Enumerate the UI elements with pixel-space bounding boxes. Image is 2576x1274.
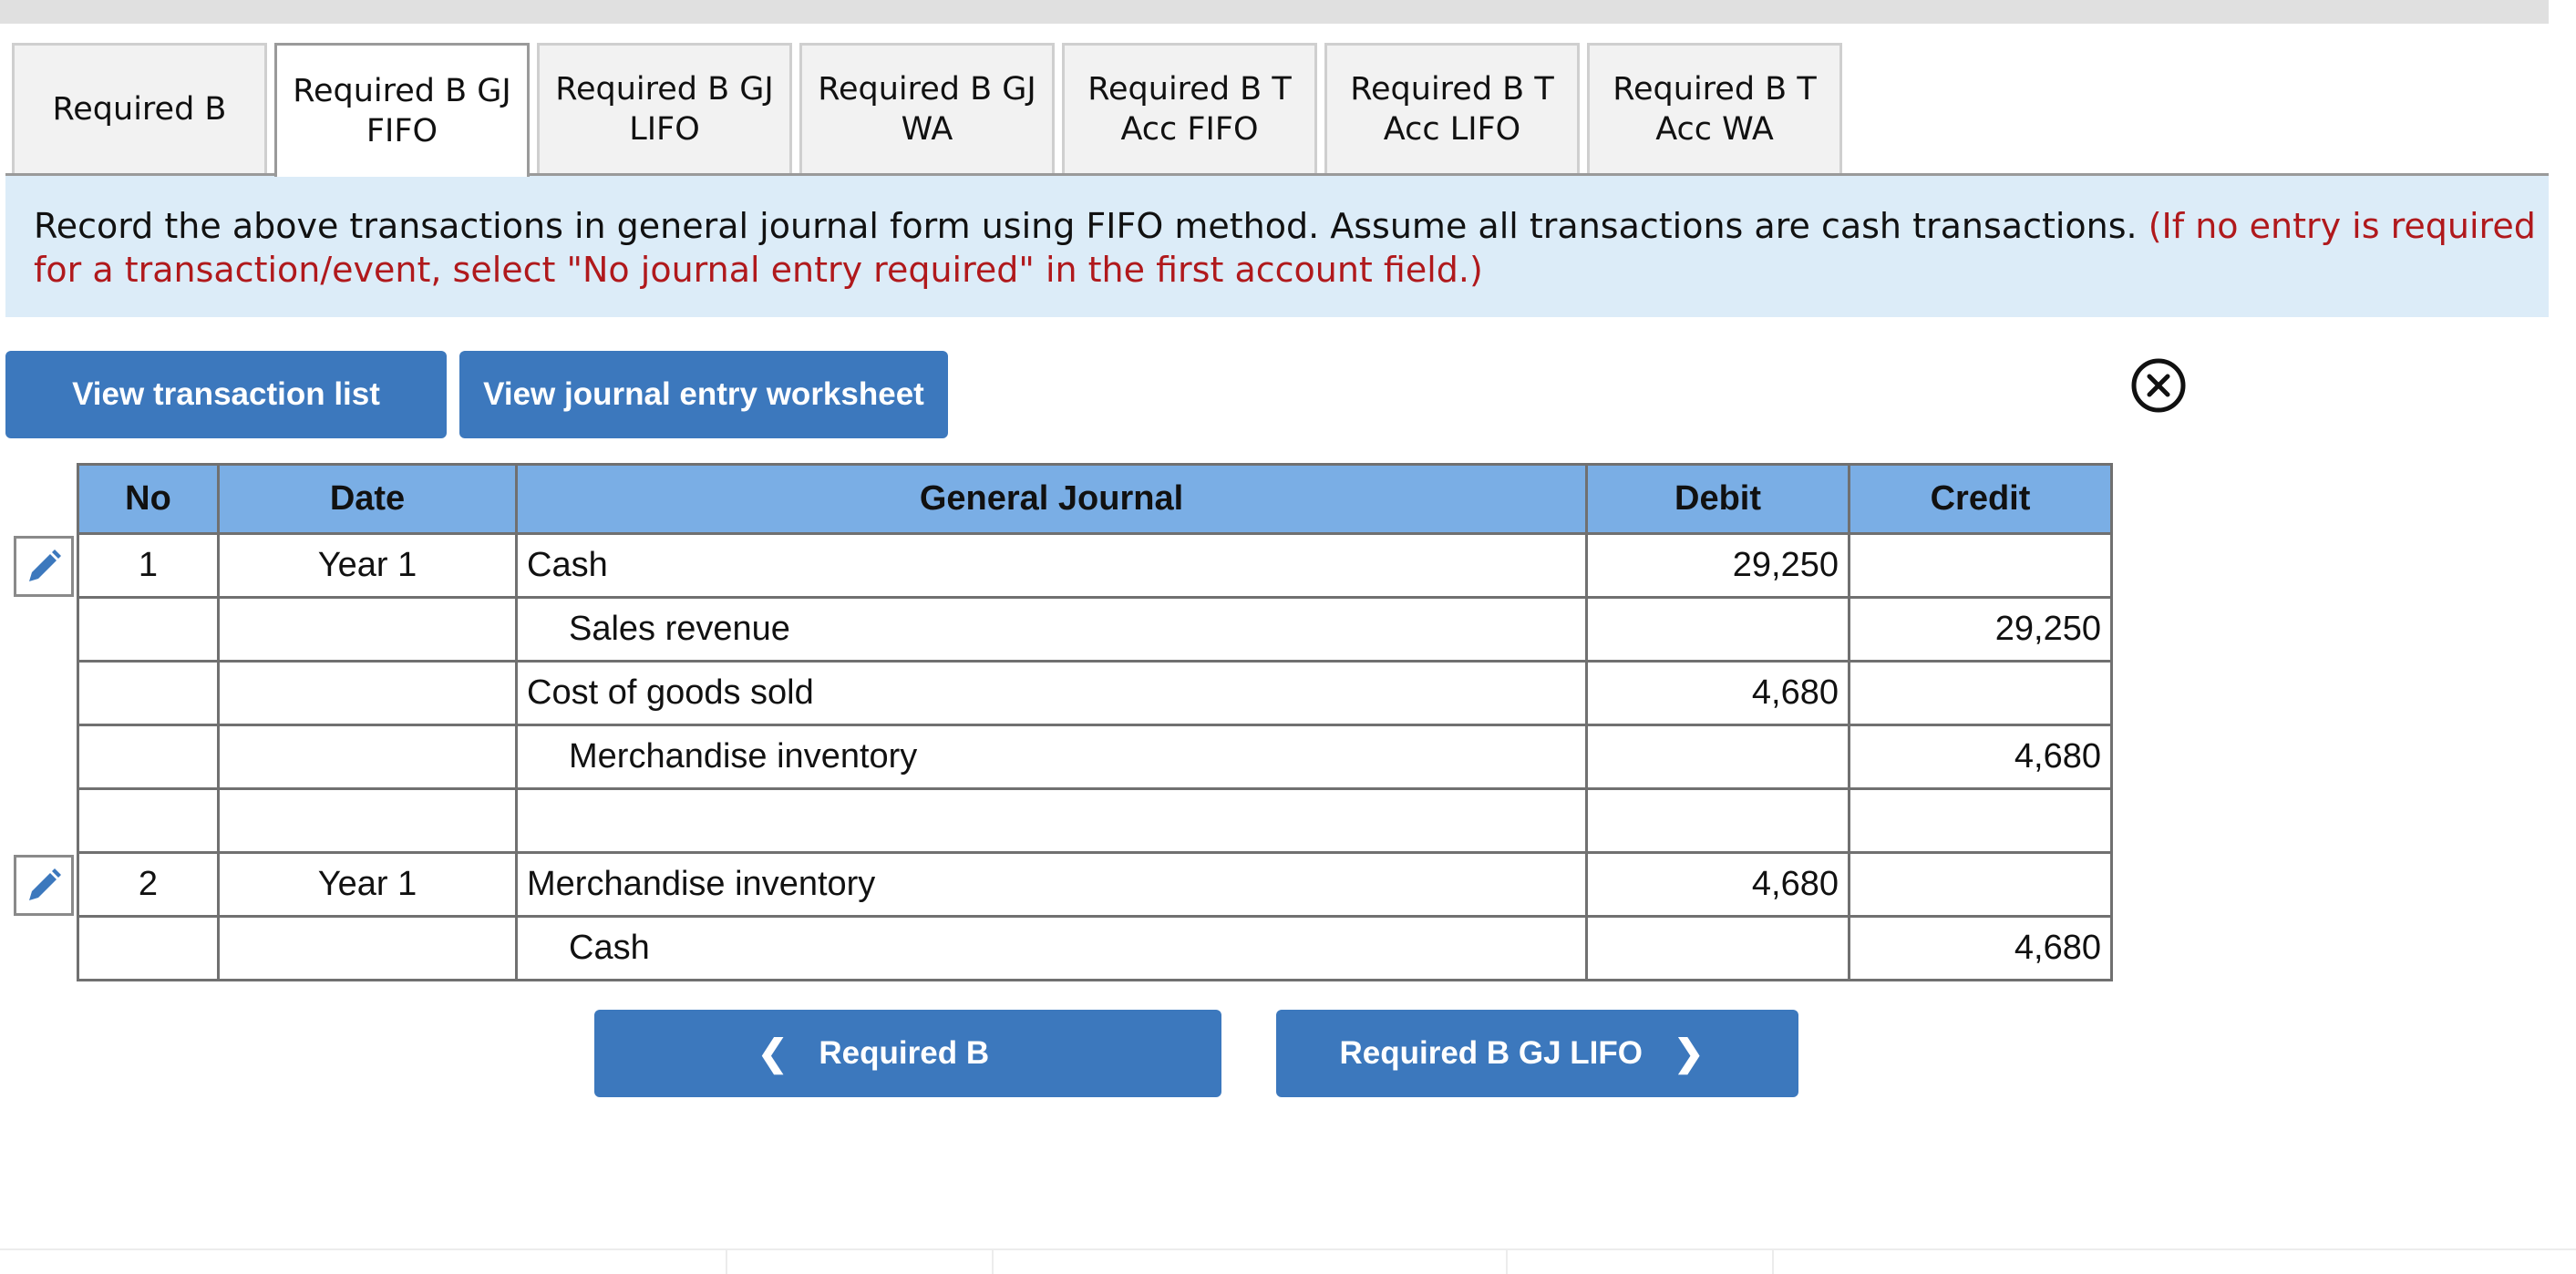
header-no: No	[77, 463, 220, 535]
instruction-text: Record the above transactions in general…	[34, 206, 2148, 246]
table-row: Sales revenue 29,250	[77, 596, 2113, 663]
cell-debit: 4,680	[1585, 851, 1850, 918]
cell-no	[77, 724, 220, 790]
cell-date: Year 1	[217, 851, 518, 918]
table-row: Cash 4,680	[77, 915, 2113, 981]
cell-no	[77, 596, 220, 663]
chevron-left-icon: ❮	[757, 1033, 788, 1074]
previous-tab-button[interactable]: ❮ Required B	[594, 1010, 1221, 1097]
close-icon[interactable]	[2130, 357, 2187, 414]
cell-account: Cash	[515, 532, 1588, 599]
cell-credit	[1848, 660, 2113, 726]
cell-account: Sales revenue	[515, 596, 1588, 663]
tab-required-b[interactable]: Required B	[12, 43, 267, 173]
footer-separator	[1506, 1250, 1508, 1274]
header-debit: Debit	[1585, 463, 1850, 535]
cell-debit	[1585, 787, 1850, 854]
next-tab-label: Required B GJ LIFO	[1339, 1035, 1643, 1071]
cell-debit	[1585, 724, 1850, 790]
table-row: 1 Year 1 Cash 29,250	[77, 532, 2113, 599]
cell-credit: 29,250	[1848, 596, 2113, 663]
cell-no	[77, 915, 220, 981]
cell-credit	[1848, 851, 2113, 918]
cell-no	[77, 787, 220, 854]
cell-debit: 4,680	[1585, 660, 1850, 726]
table-row	[77, 787, 2113, 854]
edit-entry-1-button[interactable]	[14, 536, 74, 597]
footer-divider	[0, 1248, 2576, 1250]
header-date: Date	[217, 463, 518, 535]
view-transaction-list-button[interactable]: View transaction list	[5, 351, 447, 438]
table-row: Cost of goods sold 4,680	[77, 660, 2113, 726]
cell-debit: 29,250	[1585, 532, 1850, 599]
edit-entry-2-button[interactable]	[14, 855, 74, 916]
footer-separator	[992, 1250, 994, 1274]
cell-date	[217, 915, 518, 981]
footer-separator	[726, 1250, 727, 1274]
cell-debit	[1585, 915, 1850, 981]
table-header-row: No Date General Journal Debit Credit	[77, 463, 2113, 535]
instruction-panel: Record the above transactions in general…	[5, 176, 2549, 317]
pencil-icon	[29, 868, 61, 900]
tab-required-b-gj-wa[interactable]: Required B GJ WA	[799, 43, 1055, 173]
cell-credit: 4,680	[1848, 724, 2113, 790]
cell-account: Cost of goods sold	[515, 660, 1588, 726]
tab-required-b-gj-lifo[interactable]: Required B GJ LIFO	[537, 43, 792, 173]
cell-account: Cash	[515, 915, 1588, 981]
header-general-journal: General Journal	[515, 463, 1588, 535]
cell-account: Merchandise inventory	[515, 851, 1588, 918]
next-tab-button[interactable]: Required B GJ LIFO ❯	[1276, 1010, 1798, 1097]
cell-date	[217, 724, 518, 790]
pencil-icon	[29, 549, 61, 581]
table-row: 2 Year 1 Merchandise inventory 4,680	[77, 851, 2113, 918]
cell-date	[217, 596, 518, 663]
cell-credit	[1848, 532, 2113, 599]
cell-no: 2	[77, 851, 220, 918]
previous-tab-label: Required B	[819, 1035, 990, 1071]
tab-required-b-gj-fifo[interactable]: Required B GJ FIFO	[274, 43, 530, 177]
cell-date	[217, 660, 518, 726]
table-row: Merchandise inventory 4,680	[77, 724, 2113, 790]
cell-date	[217, 787, 518, 854]
cell-no	[77, 660, 220, 726]
view-journal-entry-worksheet-button[interactable]: View journal entry worksheet	[459, 351, 948, 438]
cell-account	[515, 787, 1588, 854]
cell-account: Merchandise inventory	[515, 724, 1588, 790]
top-bar	[0, 0, 2549, 24]
chevron-right-icon: ❯	[1674, 1033, 1705, 1074]
tab-required-b-t-acc-fifo[interactable]: Required B T Acc FIFO	[1062, 43, 1317, 173]
general-journal-table: No Date General Journal Debit Credit 1 Y…	[77, 463, 2113, 981]
cell-credit	[1848, 787, 2113, 854]
cell-date: Year 1	[217, 532, 518, 599]
cell-debit	[1585, 596, 1850, 663]
tab-required-b-t-acc-wa[interactable]: Required B T Acc WA	[1587, 43, 1842, 173]
footer-separator	[1772, 1250, 1774, 1274]
cell-credit: 4,680	[1848, 915, 2113, 981]
header-credit: Credit	[1848, 463, 2113, 535]
tab-required-b-t-acc-lifo[interactable]: Required B T Acc LIFO	[1324, 43, 1580, 173]
cell-no: 1	[77, 532, 220, 599]
